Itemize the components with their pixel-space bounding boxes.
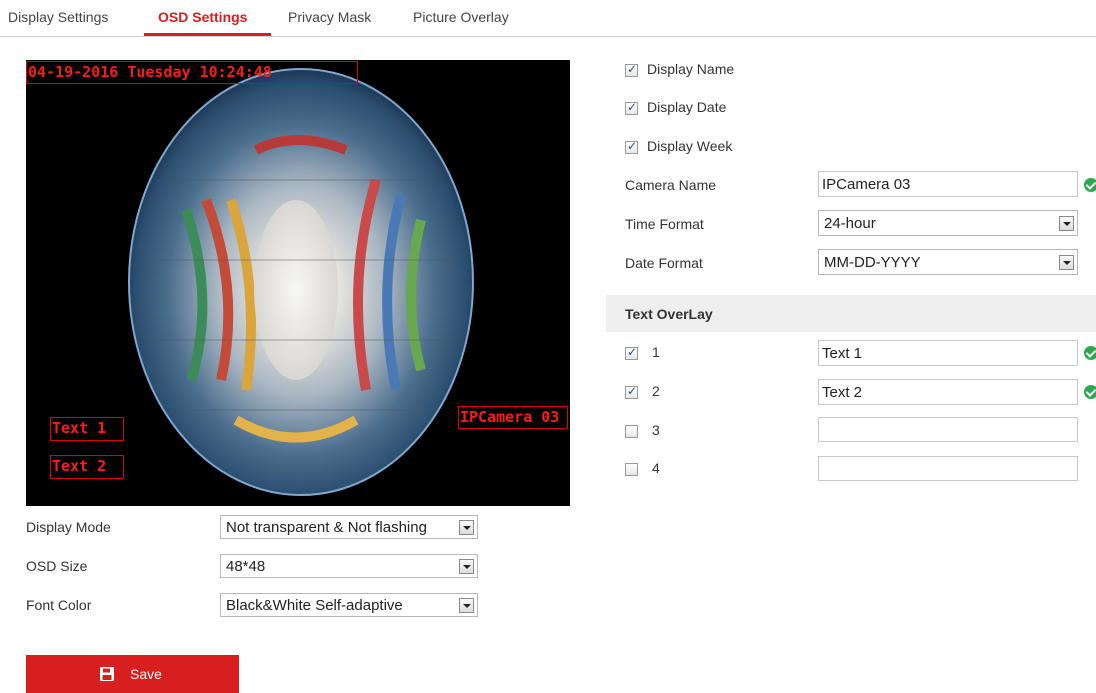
text-overlay-4-number: 4: [652, 460, 660, 476]
check-circle-icon: [1084, 178, 1096, 192]
video-preview[interactable]: 04-19-2016 Tuesday 10:24:48 IPCamera 03 …: [26, 60, 570, 506]
osd-size-label: OSD Size: [26, 558, 88, 574]
osd-size-row: OSD Size 48*48: [26, 554, 486, 578]
tab-display-settings[interactable]: Display Settings: [8, 9, 108, 25]
datetime-overlay[interactable]: 04-19-2016 Tuesday 10:24:48: [26, 61, 358, 84]
display-date-checkbox[interactable]: [625, 100, 638, 115]
display-mode-label: Display Mode: [26, 519, 111, 535]
time-format-select[interactable]: 24-hour: [818, 210, 1078, 236]
display-mode-value: Not transparent & Not flashing: [226, 519, 427, 536]
display-mode-select[interactable]: Not transparent & Not flashing: [220, 515, 478, 539]
text-overlay-4-checkbox[interactable]: [625, 463, 638, 476]
floppy-disk-icon: [100, 667, 114, 681]
display-date-label: Display Date: [647, 99, 727, 115]
time-format-label: Time Format: [625, 216, 704, 232]
text-overlay-4-input[interactable]: [818, 456, 1078, 481]
font-color-select[interactable]: Black&White Self-adaptive: [220, 593, 478, 617]
active-tab-indicator: [144, 33, 271, 36]
chevron-down-icon[interactable]: [1059, 255, 1074, 270]
text-overlay-2-input[interactable]: [818, 379, 1078, 405]
font-color-value: Black&White Self-adaptive: [226, 597, 403, 614]
text-overlay-section-header: Text OverLay: [606, 295, 1096, 332]
tab-picture-overlay[interactable]: Picture Overlay: [413, 9, 509, 25]
date-format-select[interactable]: MM-DD-YYYY: [818, 249, 1078, 275]
save-button-label: Save: [130, 666, 162, 682]
display-week-checkbox[interactable]: [625, 139, 638, 154]
display-week-label: Display Week: [647, 138, 733, 154]
tab-osd-settings[interactable]: OSD Settings: [158, 9, 247, 25]
chevron-down-icon[interactable]: [459, 559, 474, 574]
text-overlay-1-input[interactable]: [818, 340, 1078, 366]
date-format-value: MM-DD-YYYY: [824, 254, 921, 271]
text-overlay-2-checkbox[interactable]: [625, 384, 638, 399]
date-format-label: Date Format: [625, 255, 703, 271]
text1-overlay[interactable]: Text 1: [50, 417, 124, 441]
font-color-label: Font Color: [26, 597, 92, 613]
chevron-down-icon[interactable]: [1059, 216, 1074, 231]
text-overlay-3-input[interactable]: [818, 417, 1078, 442]
text-overlay-title: Text OverLay: [625, 306, 713, 322]
camera-name-input[interactable]: [818, 171, 1078, 197]
chevron-down-icon[interactable]: [459, 520, 474, 535]
font-color-row: Font Color Black&White Self-adaptive: [26, 593, 486, 617]
camera-name-label: Camera Name: [625, 177, 717, 193]
osd-size-select[interactable]: 48*48: [220, 554, 478, 578]
display-name-checkbox[interactable]: [625, 62, 638, 77]
text-overlay-2-number: 2: [652, 383, 660, 399]
text-overlay-3-checkbox[interactable]: [625, 425, 638, 438]
time-format-value: 24-hour: [824, 215, 876, 232]
text-overlay-3-number: 3: [652, 422, 660, 438]
display-mode-row: Display Mode Not transparent & Not flash…: [26, 515, 486, 539]
text-overlay-1-number: 1: [652, 344, 660, 360]
camera-name-overlay[interactable]: IPCamera 03: [458, 406, 568, 429]
tab-privacy-mask[interactable]: Privacy Mask: [288, 9, 371, 25]
check-circle-icon: [1084, 346, 1096, 360]
save-button[interactable]: Save: [26, 655, 239, 693]
tab-bar: Display Settings OSD Settings Privacy Ma…: [0, 0, 1096, 37]
check-circle-icon: [1084, 385, 1096, 399]
chevron-down-icon[interactable]: [459, 598, 474, 613]
display-name-label: Display Name: [647, 61, 735, 77]
text2-overlay[interactable]: Text 2: [50, 455, 124, 479]
text-overlay-1-checkbox[interactable]: [625, 345, 638, 360]
osd-size-value: 48*48: [226, 558, 266, 575]
